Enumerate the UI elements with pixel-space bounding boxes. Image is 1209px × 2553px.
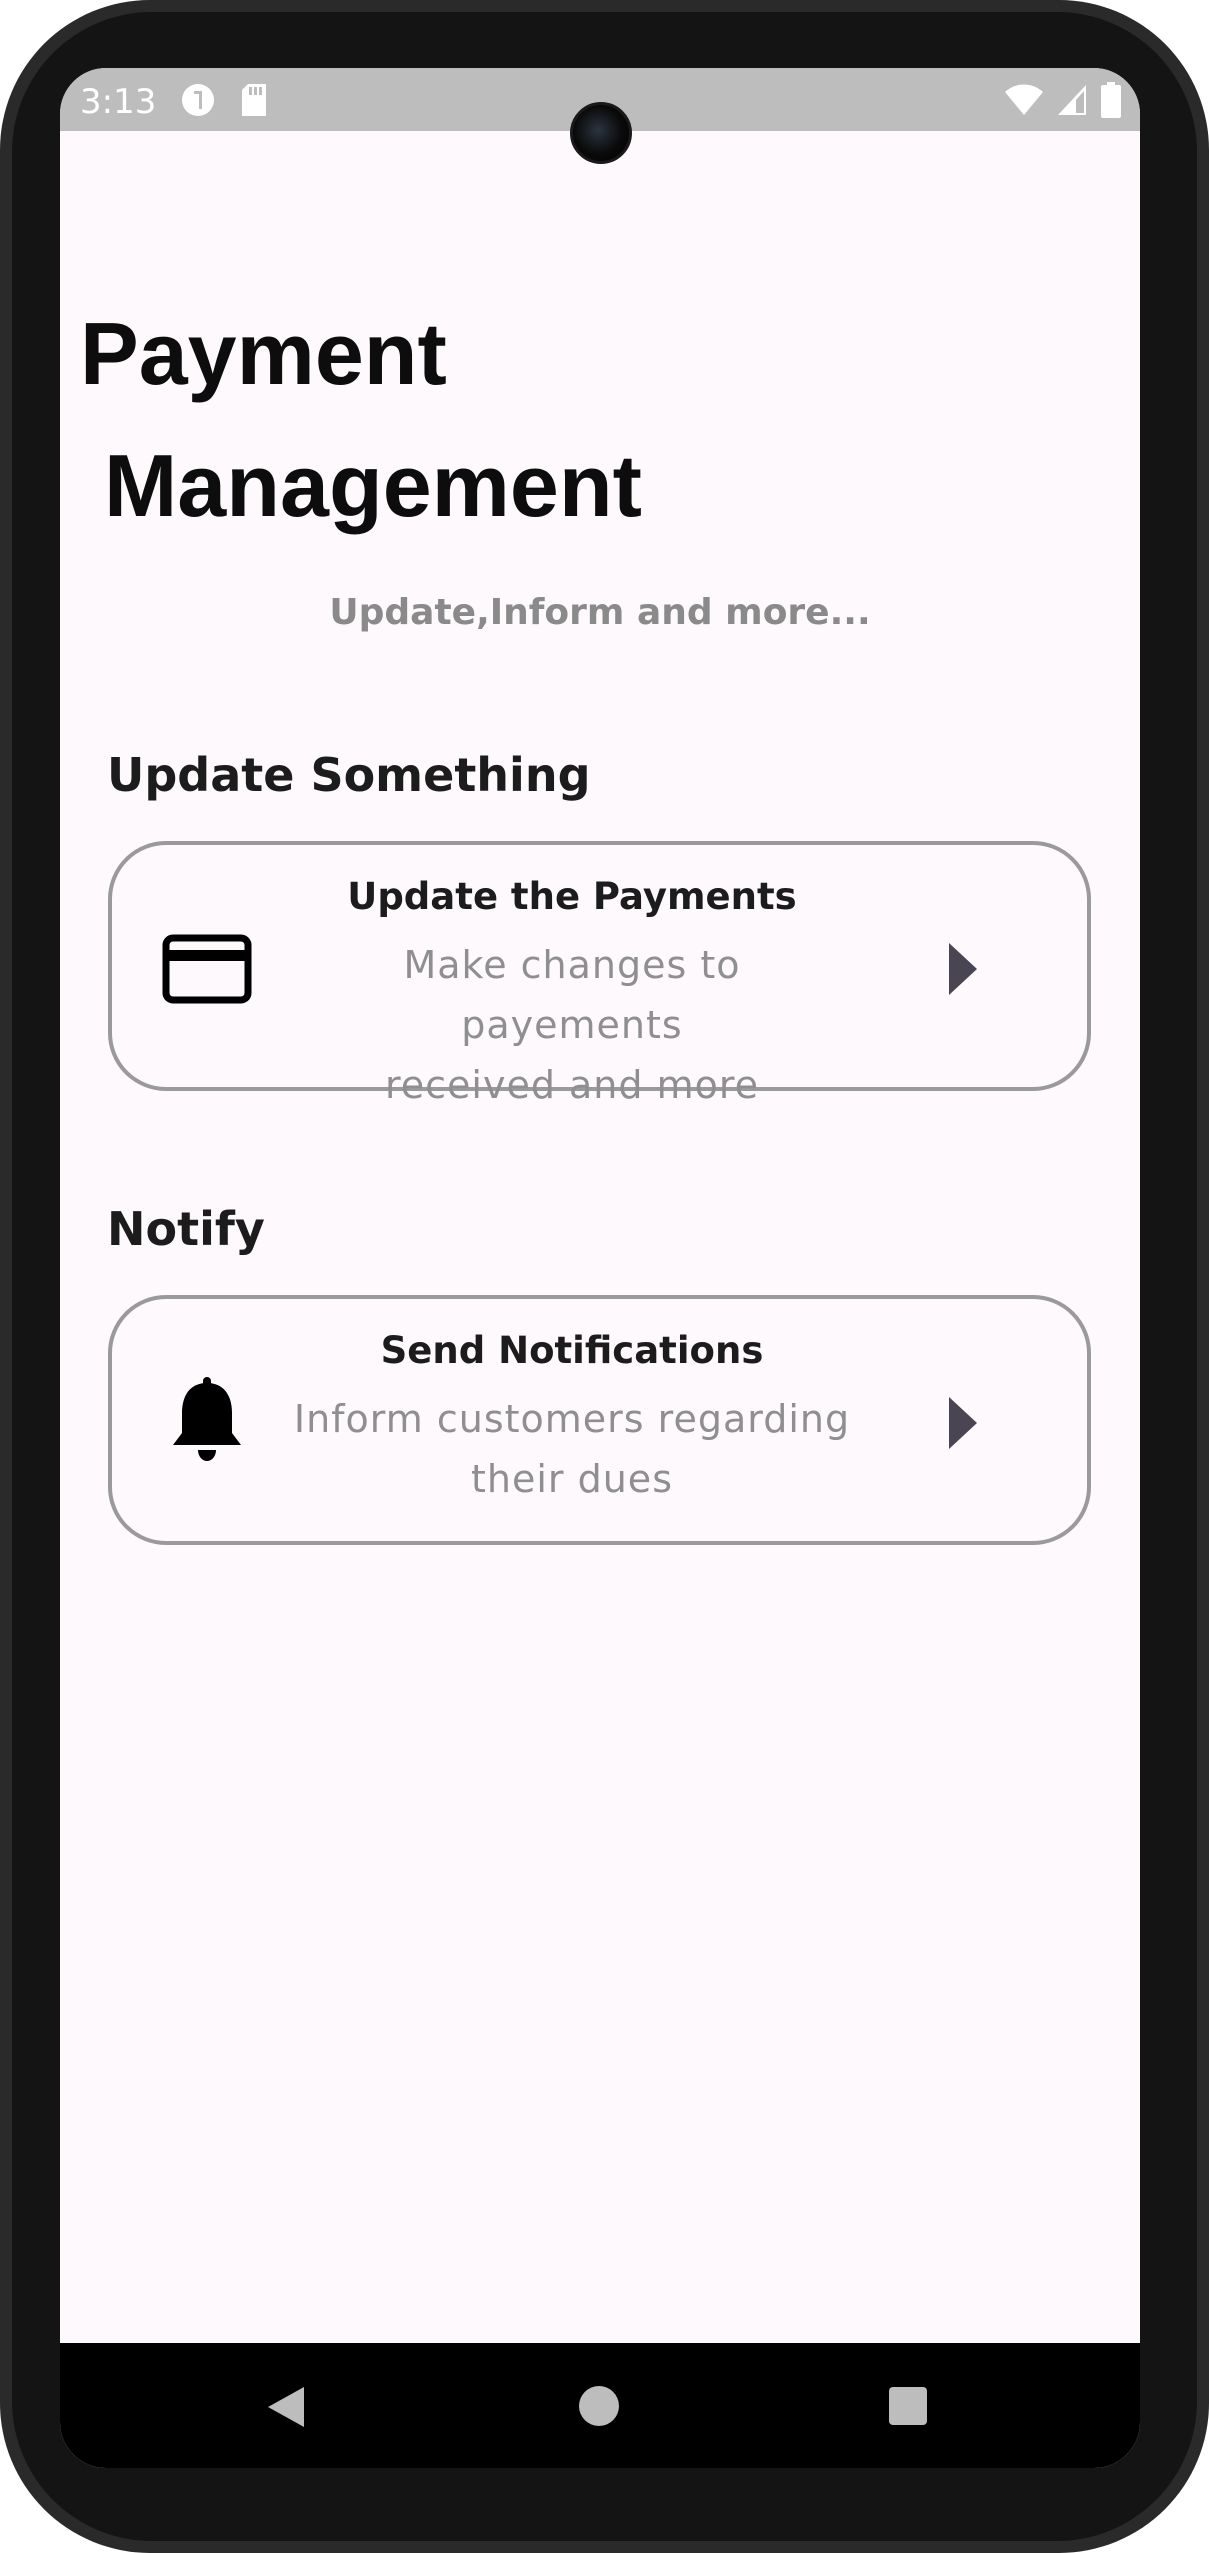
sd-card-icon bbox=[240, 82, 268, 122]
status-left-icons bbox=[180, 82, 268, 122]
play-arrow-icon bbox=[949, 943, 977, 995]
battery-icon bbox=[1100, 82, 1122, 122]
bell-icon bbox=[162, 1377, 252, 1461]
update-payments-card[interactable]: Update the Payments Make changes to paye… bbox=[108, 841, 1091, 1107]
phone-frame: 3:13 Payment Management Update,Inform an… bbox=[0, 0, 1209, 2553]
card-description-line: their dues bbox=[470, 1457, 673, 1501]
credit-card-icon bbox=[162, 931, 252, 1007]
page-title-line2: Management bbox=[104, 436, 642, 535]
page-title: Payment Management bbox=[80, 288, 642, 552]
card-description-line: received and more bbox=[384, 1063, 760, 1107]
section-heading-notify: Notify bbox=[107, 1202, 265, 1256]
home-icon[interactable] bbox=[579, 2386, 619, 2426]
send-notifications-card[interactable]: Send Notifications Inform customers rega… bbox=[108, 1295, 1091, 1545]
power-button bbox=[1201, 640, 1209, 800]
front-camera bbox=[570, 102, 632, 164]
card-description: Inform customers regarding their dues bbox=[292, 1389, 852, 1509]
page-title-line1: Payment bbox=[80, 304, 447, 403]
play-arrow-icon bbox=[949, 1397, 977, 1449]
card-title: Send Notifications bbox=[380, 1329, 764, 1372]
volume-button bbox=[1201, 930, 1209, 1260]
page-subtitle: Update,Inform and more... bbox=[329, 592, 871, 633]
card-text: Send Notifications Inform customers rega… bbox=[292, 1329, 852, 1509]
status-right-icons bbox=[1004, 82, 1122, 122]
status-time: 3:13 bbox=[80, 82, 157, 122]
wifi-icon bbox=[1004, 83, 1044, 121]
card-description: Make changes to payements received and m… bbox=[292, 935, 852, 1115]
card-text: Update the Payments Make changes to paye… bbox=[292, 875, 852, 1115]
recents-icon[interactable] bbox=[889, 2387, 927, 2425]
navigation-bar bbox=[60, 2343, 1140, 2468]
card-description-line: Inform customers regarding bbox=[293, 1397, 851, 1441]
cell-signal-icon bbox=[1056, 83, 1088, 121]
back-icon[interactable] bbox=[268, 2387, 304, 2427]
section-heading-update: Update Something bbox=[107, 748, 591, 802]
card-title: Update the Payments bbox=[347, 875, 797, 918]
screen: 3:13 Payment Management Update,Inform an… bbox=[60, 68, 1140, 2468]
data-saver-icon bbox=[180, 82, 216, 122]
card-description-line: Make changes to payements bbox=[403, 943, 741, 1047]
